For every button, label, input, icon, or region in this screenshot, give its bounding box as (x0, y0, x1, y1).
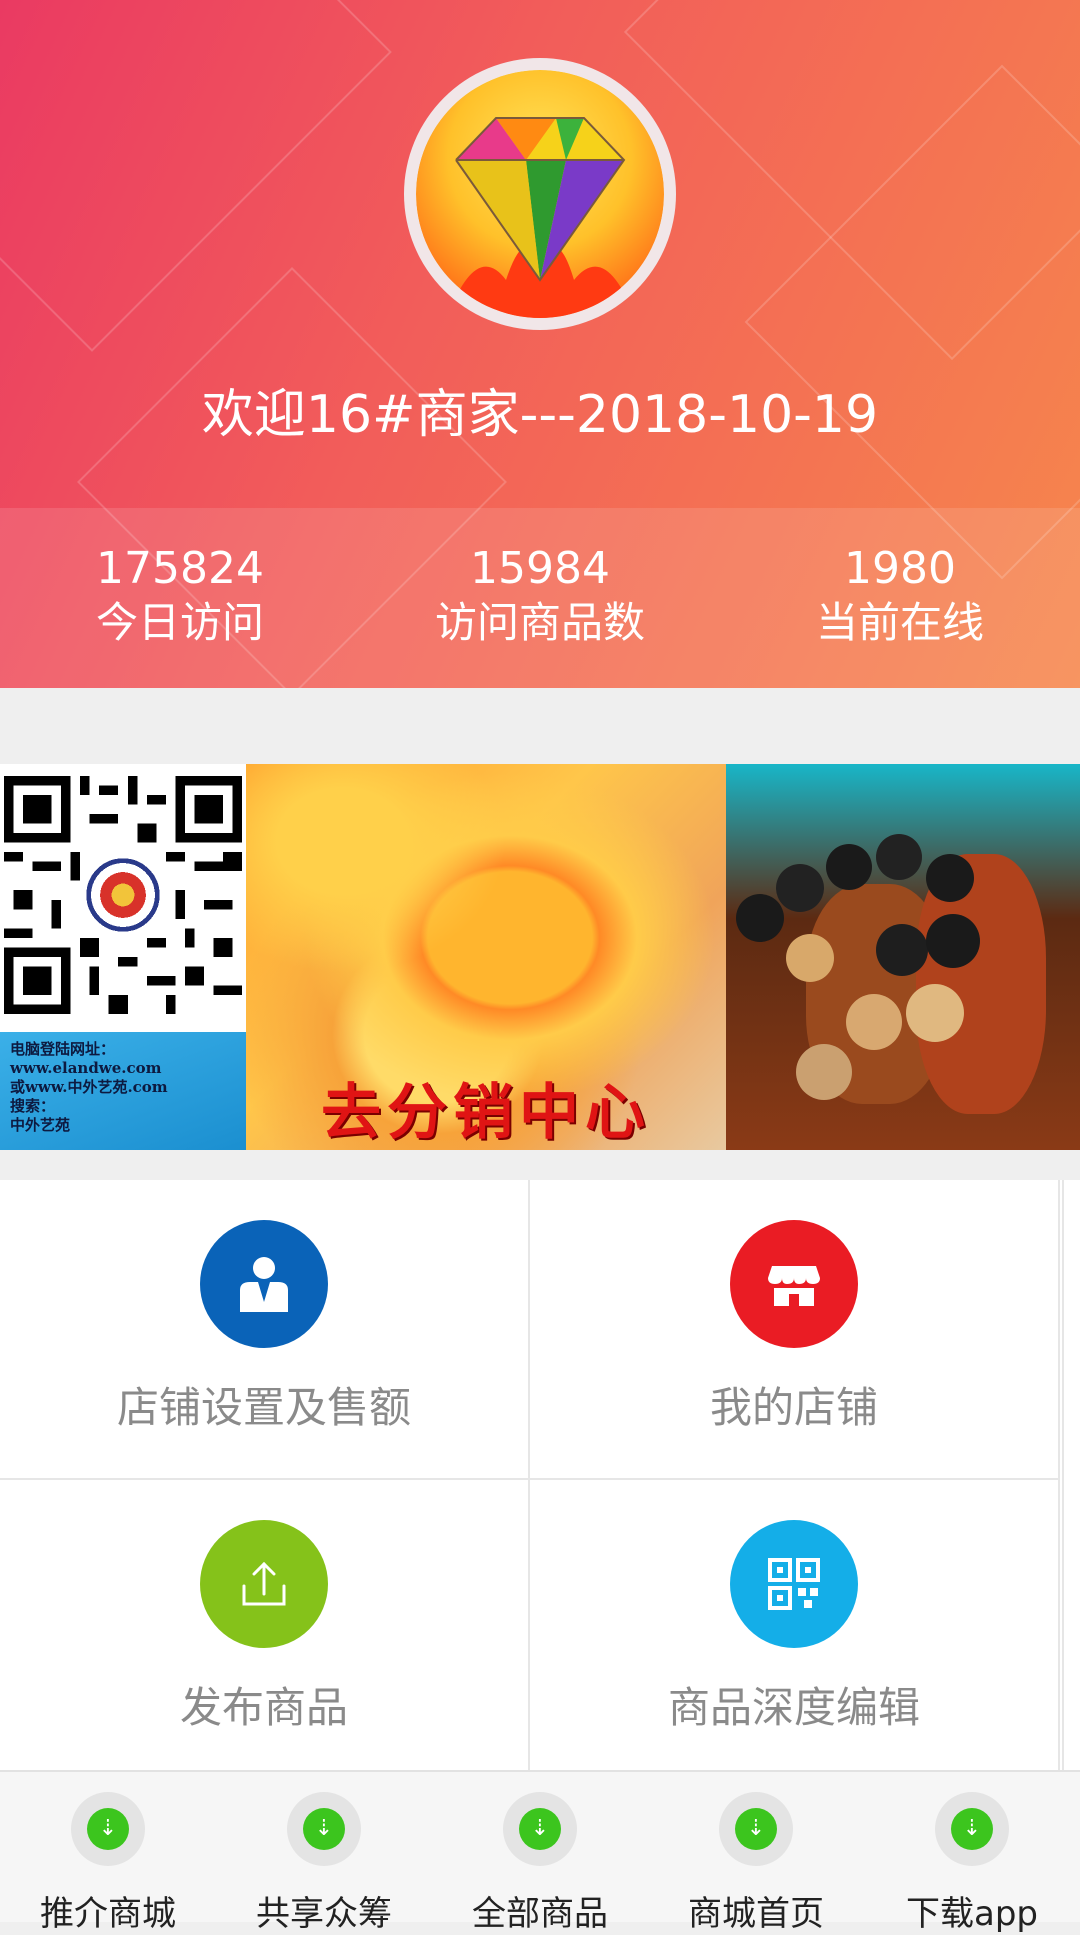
stat-label: 当前在线 (815, 598, 984, 647)
qr-caption: 电脑登陆网址： www.elandwe.com 或www.中外艺苑.com 搜索… (0, 1032, 246, 1150)
stat-label: 访问商品数 (434, 598, 645, 647)
tab-label: 共享众筹 (256, 1894, 392, 1934)
qr-caption-line: 或www.中外艺苑.com (10, 1078, 168, 1096)
tab-all-products[interactable]: ⇣ 全部商品 (432, 1772, 648, 1934)
tab-label: 商城首页 (688, 1894, 824, 1934)
menu-label: 我的店铺 (709, 1383, 878, 1432)
menu-publish-product[interactable]: 发布商品 (0, 1480, 530, 1780)
qr-panel: 电脑登陆网址： www.elandwe.com 或www.中外艺苑.com 搜索… (0, 764, 246, 1150)
stat-value: 15984 (470, 543, 610, 594)
qr-caption-line: www.elandwe.com (10, 1059, 162, 1077)
qr-caption-line: 电脑登陆网址： (10, 1040, 116, 1058)
menu-label: 店铺设置及售额 (116, 1383, 411, 1432)
qr-caption-line: 搜索： (10, 1097, 56, 1115)
tab-download-app[interactable]: ⇣ 下载app (864, 1772, 1080, 1934)
tab-crowdfunding[interactable]: ⇣ 共享众筹 (216, 1772, 432, 1934)
stat-online-now[interactable]: 1980 当前在线 (720, 508, 1080, 688)
menu-product-deep-edit[interactable]: 商品深度编辑 (530, 1480, 1060, 1780)
qr-code-icon (730, 1520, 858, 1648)
stat-today-visits[interactable]: 175824 今日访问 (0, 508, 360, 688)
banner-title[interactable]: 去分销中心 (246, 1064, 726, 1150)
tab-recommend-mall[interactable]: ⇣ 推介商城 (0, 1772, 216, 1934)
tab-mall-home[interactable]: ⇣ 商城首页 (648, 1772, 864, 1934)
merchant-menu-grid: 店铺设置及售额 我的店铺 发布商品 商品深度编辑 (0, 1180, 1080, 1780)
promo-banner[interactable]: 电脑登陆网址： www.elandwe.com 或www.中外艺苑.com 搜索… (0, 764, 1080, 1150)
qr-caption-line: 中外艺苑 (10, 1116, 71, 1134)
download-icon: ⇣ (719, 1792, 793, 1866)
agate-image: 去分销中心 (246, 764, 726, 1150)
tab-label: 全部商品 (472, 1894, 608, 1934)
store-icon (730, 1220, 858, 1348)
qr-code-image (4, 776, 242, 1014)
download-icon: ⇣ (503, 1792, 577, 1866)
diamond-logo-icon (446, 117, 636, 318)
stat-product-visits[interactable]: 15984 访问商品数 (360, 508, 720, 688)
stat-value: 175824 (96, 543, 264, 594)
tab-label: 推介商城 (40, 1894, 176, 1934)
menu-my-store[interactable]: 我的店铺 (530, 1180, 1060, 1480)
upload-icon (200, 1520, 328, 1648)
stat-label: 今日访问 (95, 598, 264, 647)
download-icon: ⇣ (935, 1792, 1009, 1866)
stats-bar: 175824 今日访问 15984 访问商品数 1980 当前在线 (0, 508, 1080, 688)
menu-label: 商品深度编辑 (667, 1683, 920, 1732)
tab-label: 下载app (906, 1894, 1038, 1934)
menu-store-settings[interactable]: 店铺设置及售额 (0, 1180, 530, 1480)
download-icon: ⇣ (71, 1792, 145, 1866)
welcome-title: 欢迎16#商家---2018-10-19 (201, 385, 879, 445)
bottom-tab-bar: ⇣ 推介商城 ⇣ 共享众筹 ⇣ 全部商品 ⇣ 商城首页 ⇣ 下载app (0, 1770, 1080, 1934)
grid-edge (1062, 1180, 1080, 1770)
beads-image (726, 764, 1080, 1150)
avatar[interactable] (404, 58, 676, 330)
download-icon: ⇣ (287, 1792, 361, 1866)
menu-label: 发布商品 (179, 1683, 348, 1732)
user-tie-icon (200, 1220, 328, 1348)
profile-header: 欢迎16#商家---2018-10-19 175824 今日访问 15984 访… (0, 0, 1080, 688)
stat-value: 1980 (844, 543, 956, 594)
